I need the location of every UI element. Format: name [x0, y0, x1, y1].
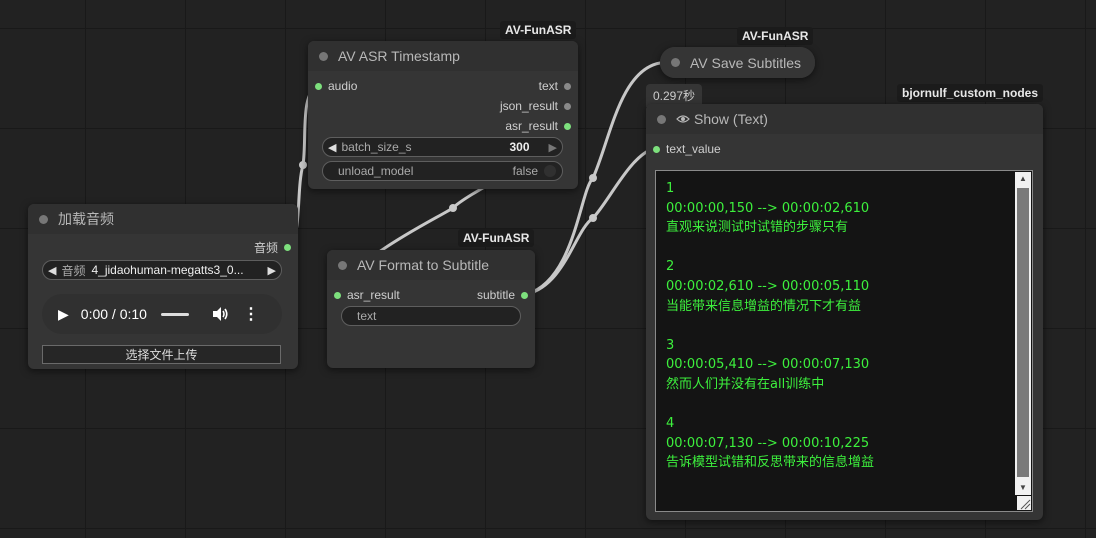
eye-icon [676, 115, 690, 123]
text-input-widget[interactable]: text [341, 306, 521, 326]
subtitle-text: 1 00:00:00,150 --> 00:00:02,610 直观来说测试时试… [666, 181, 875, 471]
output-slot-audio[interactable]: 音频 [254, 238, 298, 256]
slot-connector[interactable] [564, 82, 571, 90]
node-header[interactable]: AV Save Subtitles [660, 47, 815, 78]
slot-label: json_result [499, 99, 558, 113]
link-midpoint [449, 204, 457, 212]
vertical-scrollbar[interactable]: ▲ ▼ [1015, 172, 1031, 495]
link-midpoint [589, 174, 597, 182]
slot-connector[interactable] [521, 291, 528, 299]
slot-label: text [538, 79, 558, 93]
widget-label: unload_model [338, 164, 414, 178]
node-badge: AV-FunASR [458, 229, 535, 247]
slot-connector[interactable] [564, 122, 571, 130]
unload-model-toggle[interactable]: unload_model false [322, 161, 563, 181]
scroll-down-icon[interactable]: ▼ [1015, 481, 1031, 495]
seek-slider[interactable] [160, 312, 189, 316]
widget-value: false [512, 164, 538, 178]
scrollbar-thumb[interactable] [1017, 188, 1029, 477]
output-slot-subtitle[interactable]: subtitle [477, 286, 535, 304]
slot-label: text_value [666, 142, 721, 156]
collapse-toggle[interactable] [319, 51, 328, 61]
node-badge: bjornulf_custom_nodes [897, 84, 1044, 102]
play-icon[interactable]: ▶ [58, 306, 69, 323]
asr-timestamp-node[interactable]: AV ASR Timestamp audio text json_result … [308, 41, 578, 189]
save-subtitles-node[interactable]: AV Save Subtitles [660, 47, 815, 78]
output-slot-asr-result[interactable]: asr_result [505, 117, 578, 135]
combo-left-arrow-icon[interactable]: ◀ [43, 264, 61, 277]
load-audio-node[interactable]: 加载音频 音频 ◀ 音频 4_jidaohuman-megatts3_0... … [28, 204, 298, 369]
output-slot-text[interactable]: text [539, 77, 578, 95]
toggle-knob[interactable] [544, 165, 556, 177]
node-title: AV Format to Subtitle [357, 257, 490, 273]
node-header[interactable]: AV ASR Timestamp [308, 41, 578, 71]
upload-button[interactable]: 选择文件上传 [42, 345, 281, 364]
slot-connector[interactable] [284, 243, 291, 251]
node-badge: AV-FunASR [737, 27, 814, 45]
collapse-toggle[interactable] [39, 214, 48, 224]
combo-value: 4_jidaohuman-megatts3_0... [91, 263, 244, 277]
link-midpoint [299, 161, 307, 169]
input-slot-text-value[interactable]: text_value [646, 140, 721, 158]
node-title: 加载音频 [58, 211, 114, 227]
node-badge: AV-FunASR [500, 21, 577, 39]
decrement-arrow-icon[interactable]: ◀ [323, 141, 341, 154]
slot-label: 音频 [253, 240, 278, 255]
collapse-toggle[interactable] [657, 114, 666, 124]
node-header[interactable]: 加载音频 [28, 204, 298, 234]
node-title: Show (Text) [694, 111, 768, 127]
volume-icon[interactable] [211, 306, 229, 322]
widget-value: 300 [509, 140, 530, 154]
input-slot-asr-result[interactable]: asr_result [327, 286, 400, 304]
widget-label: batch_size_s [341, 140, 412, 154]
widget-label: text [357, 309, 377, 323]
slot-label: audio [328, 79, 358, 93]
slot-connector[interactable] [334, 291, 341, 299]
increment-arrow-icon[interactable]: ▶ [544, 141, 562, 154]
slot-connector[interactable] [653, 145, 660, 153]
combo-label: 音频 [61, 263, 86, 278]
player-time: 0:00 / 0:10 [80, 306, 147, 322]
batch-size-widget[interactable]: ◀ batch_size_s 300 ▶ [322, 137, 563, 157]
collapse-toggle[interactable] [338, 260, 347, 270]
resize-handle[interactable] [1017, 496, 1031, 510]
slot-label: subtitle [476, 288, 515, 302]
slot-connector[interactable] [315, 82, 322, 90]
node-title: AV Save Subtitles [690, 54, 802, 71]
slot-label: asr_result [505, 119, 558, 133]
link-midpoint [589, 214, 597, 222]
node-header[interactable]: Show (Text) [646, 104, 1043, 134]
slot-connector[interactable] [564, 102, 571, 110]
resize-grip-icon[interactable] [1017, 496, 1031, 510]
output-text-area[interactable]: 1 00:00:00,150 --> 00:00:02,610 直观来说测试时试… [655, 170, 1033, 512]
node-header[interactable]: AV Format to Subtitle [327, 250, 535, 280]
scroll-up-icon[interactable]: ▲ [1015, 172, 1031, 186]
combo-right-arrow-icon[interactable]: ▶ [263, 264, 281, 277]
slot-label: asr_result [347, 288, 400, 302]
format-subtitle-node[interactable]: AV Format to Subtitle asr_result subtitl… [327, 250, 535, 368]
collapse-toggle[interactable] [671, 58, 680, 67]
audio-player[interactable]: ▶ 0:00 / 0:10 ⋮ [42, 294, 282, 334]
input-slot-audio[interactable]: audio [308, 77, 357, 95]
more-vertical-icon[interactable]: ⋮ [243, 304, 259, 324]
audio-file-combo[interactable]: ◀ 音频 4_jidaohuman-megatts3_0... ▶ [42, 260, 282, 280]
node-title: AV ASR Timestamp [338, 48, 460, 64]
output-slot-json-result[interactable]: json_result [500, 97, 578, 115]
show-text-node[interactable]: Show (Text) text_value 1 00:00:00,150 --… [646, 104, 1043, 520]
